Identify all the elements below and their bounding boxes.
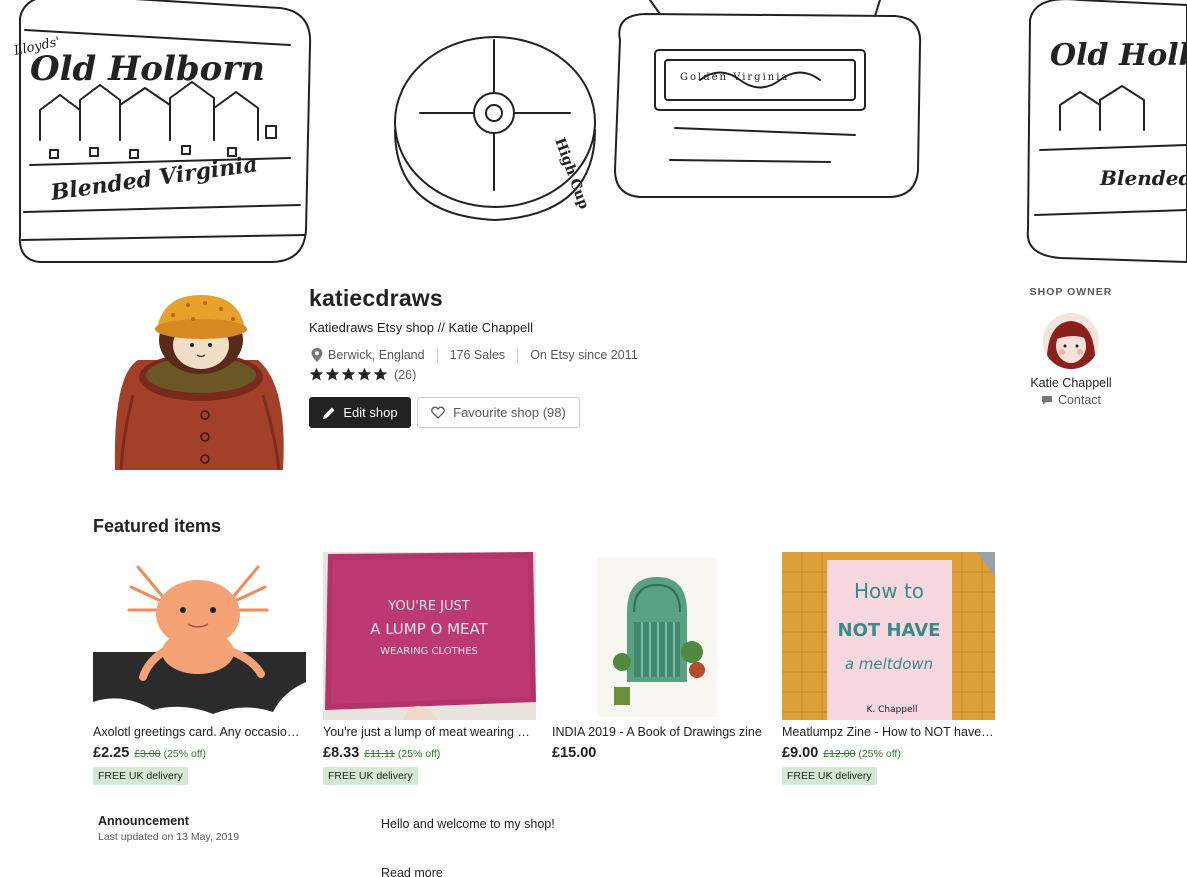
star-icon [373,367,388,381]
banner-text-old-holborn-2: Old Holborn [1050,38,1187,73]
original-price: £12.00 [823,748,856,760]
announcement-updated: Last updated on 13 May, 2019 [98,831,240,843]
heart-icon [431,406,446,419]
price-row: £9.00 £12.00 (25% off) [782,745,995,761]
shop-rating[interactable]: (26) [309,367,416,382]
shop-icon-illustration [93,285,298,470]
listing-price: £8.33 [323,745,360,761]
banner-text-golden-virginia: Golden Virginia [680,72,789,83]
listing-image-meatlumpz-zine[interactable]: How to NOT HAVE a meltdown K. Chappell [782,552,995,720]
shop-meta: Berwick, England 176 Sales On Etsy since… [309,348,638,362]
price-row: £8.33 £11.11 (25% off) [323,745,536,761]
banner-text-blended-2: Blended Virginia [1099,166,1187,190]
star-icon [357,367,372,381]
discount: (25% off) [397,748,441,760]
meta-divider [517,348,519,362]
star-icon [309,367,324,381]
shop-location[interactable]: Berwick, England [328,348,425,362]
edit-shop-label: Edit shop [343,405,398,420]
message-icon [1041,395,1052,405]
free-delivery-badge: FREE UK delivery [782,767,877,785]
announcement-title: Announcement [98,814,189,828]
shop-title: Katiedraws Etsy shop // Katie Chappell [309,320,534,335]
meat-print-line3: WEARING CLOTHES [380,646,478,657]
owner-avatar[interactable] [1043,313,1099,369]
listing-price: £2.25 [93,745,130,761]
listing-card[interactable]: Axolotl greetings card. Any occasion car… [93,552,306,785]
listing-image-meat-print[interactable]: YOU'RE JUST A LUMP O MEAT WEARING CLOTHE… [323,552,536,720]
announcement-body: Hello and welcome to my shop! [381,817,555,831]
owner-name[interactable]: Katie Chappell [1016,376,1126,390]
listing-title[interactable]: Meatlumpz Zine - How to NOT have a meltd… [782,725,995,739]
listing-price: £9.00 [782,745,819,761]
free-delivery-badge: FREE UK delivery [323,767,418,785]
shop-owner-panel: SHOP OWNER Katie Chappell Contact [1016,286,1126,407]
zine-title-line3: a meltdown [845,655,933,673]
read-more-link[interactable]: Read more [381,866,443,877]
edit-shop-button[interactable]: Edit shop [309,397,411,428]
banner-text-old-holborn: Old Holborn [30,49,265,89]
zine-title-line2: NOT HAVE [838,620,941,641]
shop-name: katiecdraws [309,285,443,311]
original-price: £11.11 [364,748,395,760]
meat-print-line1: YOU'RE JUST [387,599,470,614]
banner-text-blended-virginia: Blended Virginia [48,151,259,206]
star-icon [341,367,356,381]
location-pin-icon [311,348,323,362]
featured-items-heading: Featured items [93,516,222,536]
banner-tobacco-tins-drawing: Lloyds' Old Holborn Blended Virginia Gol… [12,0,1187,263]
listing-image-india-zine[interactable] [552,552,765,720]
price-row: £2.25 £3.00 (25% off) [93,745,306,761]
favourite-shop-button[interactable]: Favourite shop (98) [417,397,580,428]
listing-title[interactable]: Axolotl greetings card. Any occasion car… [93,725,306,739]
discount: (25% off) [163,748,206,760]
rating-count[interactable]: (26) [394,368,416,382]
star-icon [325,367,340,381]
free-delivery-badge: FREE UK delivery [93,767,188,785]
contact-label: Contact [1057,393,1102,407]
original-price: £3.00 [134,748,161,760]
listing-price: £15.00 [552,745,597,761]
listing-title[interactable]: You're just a lump of meat wearing cloth… [323,725,536,739]
meat-print-line2: A LUMP O MEAT [370,620,488,638]
shop-banner: Lloyds' Old Holborn Blended Virginia Gol… [0,0,1187,265]
zine-title-line1: How to [854,579,924,603]
favourite-shop-label: Favourite shop (98) [453,405,566,420]
listing-title[interactable]: INDIA 2019 - A Book of Drawings zine [552,725,765,739]
contact-owner-link[interactable]: Contact [1016,393,1126,407]
listing-image-axolotl[interactable] [93,552,306,720]
listing-card[interactable]: INDIA 2019 - A Book of Drawings zine £15… [552,552,765,761]
listing-card[interactable]: YOU'RE JUST A LUMP O MEAT WEARING CLOTHE… [323,552,536,785]
shop-owner-heading: SHOP OWNER [1029,286,1113,298]
discount: (25% off) [858,748,901,760]
shop-since: On Etsy since 2011 [530,348,638,362]
shop-sales[interactable]: 176 Sales [450,348,506,362]
meta-divider [436,348,438,362]
zine-author: K. Chappell [866,705,917,715]
rating-stars [309,367,388,382]
price-row: £15.00 [552,745,765,761]
pencil-icon [323,407,335,419]
listing-card[interactable]: How to NOT HAVE a meltdown K. Chappell M… [782,552,995,785]
